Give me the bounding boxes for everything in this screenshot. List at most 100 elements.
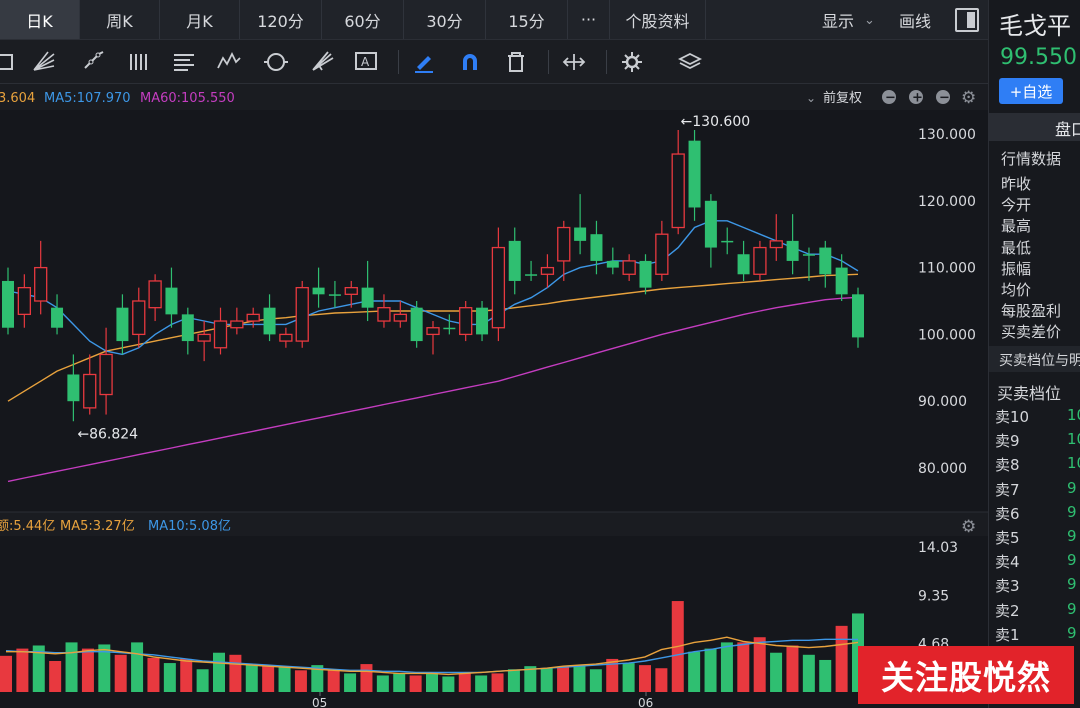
magnet-icon[interactable] bbox=[456, 48, 484, 76]
candle-body bbox=[116, 307, 129, 342]
sell-level-label: 卖6 bbox=[995, 504, 1020, 523]
sell-level-label: 卖4 bbox=[995, 553, 1020, 572]
candle-body bbox=[295, 286, 309, 342]
volume-bar bbox=[147, 657, 160, 692]
fib-lines-icon[interactable] bbox=[170, 48, 198, 76]
candle-body bbox=[737, 254, 750, 275]
wave-tool-icon[interactable] bbox=[215, 48, 243, 76]
candle-body bbox=[426, 327, 440, 336]
volume-bar bbox=[458, 673, 471, 692]
rect-tool-icon[interactable] bbox=[0, 48, 20, 76]
tab-7[interactable]: ··· bbox=[568, 0, 610, 39]
volume-bar bbox=[688, 651, 701, 692]
legend-vol-ma5: MA5:3.27亿 bbox=[60, 519, 135, 534]
candle-body bbox=[377, 307, 391, 322]
volume-bar bbox=[770, 652, 783, 692]
candle-body bbox=[606, 260, 619, 268]
candle-body bbox=[655, 233, 669, 275]
panel-toggle-icon[interactable] bbox=[955, 8, 979, 32]
sell-level-price: 9 bbox=[1067, 478, 1077, 497]
volume-bar bbox=[819, 659, 832, 692]
quote-label: 均价 bbox=[1001, 281, 1032, 299]
tab-order-book[interactable]: 盘口 bbox=[989, 113, 1080, 141]
toolbar-separator bbox=[548, 50, 549, 74]
volume-bar bbox=[442, 676, 455, 692]
candle-body bbox=[769, 240, 783, 249]
legend-ma-first: 3.604 bbox=[0, 91, 35, 106]
drawing-toolbar: A bbox=[0, 40, 988, 84]
marker-pen-icon[interactable] bbox=[410, 48, 438, 76]
tab-3[interactable]: 120分 bbox=[240, 0, 322, 39]
legend-volume: 额:5.44亿 bbox=[0, 519, 55, 534]
volume-bar bbox=[344, 673, 357, 692]
display-menu[interactable]: 显示 ⌄ bbox=[822, 0, 875, 40]
tab-8[interactable]: 个股资料 bbox=[610, 0, 706, 39]
candle-body bbox=[410, 307, 423, 342]
legend-vol-ma10: MA10:5.08亿 bbox=[148, 519, 231, 534]
candle-body bbox=[181, 314, 194, 342]
tab-2[interactable]: 月K bbox=[160, 0, 240, 39]
volume-bar bbox=[245, 664, 258, 692]
candle-body bbox=[476, 307, 489, 335]
candle-body bbox=[2, 280, 14, 328]
price-settings-gear-icon: ⚙ bbox=[961, 88, 976, 108]
depth-subtitle: 买卖档位 bbox=[997, 384, 1062, 403]
watermark-banner: 关注股悦然 bbox=[858, 646, 1074, 704]
minimize-icon-glyph: − bbox=[939, 91, 950, 106]
volume-bar bbox=[0, 655, 12, 692]
kline-chart[interactable]: 3.604 MA5:107.970 MA60:105.550 ⌄ 前复权 − + − ⚙额:5.… bbox=[0, 84, 988, 708]
volume-bar bbox=[786, 645, 799, 692]
candle-body bbox=[361, 287, 374, 308]
candle-body bbox=[491, 246, 506, 329]
low-price-annotation: ←86.824 bbox=[77, 426, 138, 442]
tab-4[interactable]: 60分 bbox=[322, 0, 404, 39]
pen-tool-icon[interactable] bbox=[80, 48, 108, 76]
tab-0[interactable]: 日K bbox=[0, 0, 80, 39]
tab-1[interactable]: 周K bbox=[80, 0, 160, 39]
volume-settings-gear-icon: ⚙ bbox=[961, 517, 976, 537]
candle-body bbox=[802, 254, 815, 256]
add-watchlist-button[interactable]: +自选 bbox=[999, 78, 1063, 104]
volume-axis-tick: 9.35 bbox=[918, 588, 949, 604]
sell-level-price: 9 bbox=[1067, 575, 1077, 594]
volume-bar bbox=[409, 675, 422, 692]
candle-body bbox=[51, 307, 64, 328]
draw-lines-button[interactable]: 画线 bbox=[899, 0, 931, 40]
parallel-lines-icon[interactable] bbox=[125, 48, 153, 76]
fan-tool-icon[interactable] bbox=[30, 48, 58, 76]
sell-level-label: 卖9 bbox=[995, 432, 1020, 451]
tab-6[interactable]: 15分 bbox=[486, 0, 568, 39]
candle-body bbox=[671, 153, 685, 229]
volume-bar bbox=[327, 670, 340, 692]
volume-bar bbox=[360, 664, 373, 692]
volume-bar bbox=[114, 654, 127, 692]
gann-fan-icon[interactable] bbox=[308, 48, 336, 76]
compress-icon[interactable] bbox=[560, 48, 588, 76]
volume-bar bbox=[196, 669, 209, 692]
volume-bar bbox=[622, 663, 635, 692]
cycle-tool-icon[interactable] bbox=[262, 48, 290, 76]
sell-level-label: 卖2 bbox=[995, 601, 1020, 620]
sell-level-price: 10 bbox=[1067, 454, 1080, 473]
candle-body bbox=[99, 353, 113, 396]
candle-body bbox=[557, 226, 571, 262]
trash-icon[interactable] bbox=[502, 48, 530, 76]
volume-bar bbox=[491, 673, 504, 692]
svg-text:A: A bbox=[361, 55, 370, 69]
layers-icon[interactable] bbox=[676, 48, 704, 76]
tab-5[interactable]: 30分 bbox=[404, 0, 486, 39]
volume-bar bbox=[393, 673, 406, 692]
volume-bar bbox=[294, 670, 307, 692]
volume-bar bbox=[573, 665, 586, 692]
volume-bar bbox=[557, 667, 570, 692]
toolbar-separator bbox=[398, 50, 399, 74]
sell-level-label: 卖1 bbox=[995, 625, 1020, 644]
depth-section-bar: 买卖档位与明 bbox=[989, 346, 1080, 372]
sell-level-label: 卖3 bbox=[995, 577, 1020, 596]
settings-gear-icon[interactable] bbox=[618, 48, 646, 76]
candle-body bbox=[443, 327, 456, 330]
text-annotation-icon[interactable]: A bbox=[352, 48, 380, 76]
sell-level-price: 9 bbox=[1067, 551, 1077, 570]
volume-bar bbox=[229, 654, 242, 692]
quote-label: 振幅 bbox=[1001, 259, 1032, 278]
